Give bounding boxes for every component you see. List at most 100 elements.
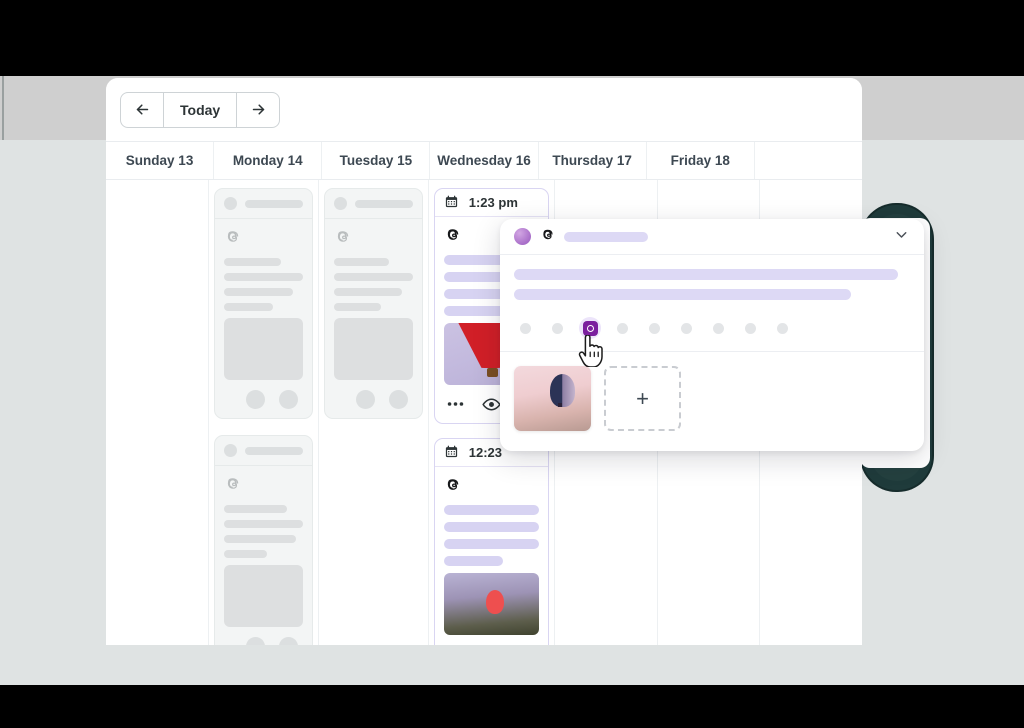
card-actions [215,627,312,645]
toolbar-icon-7[interactable] [713,322,724,334]
skeleton-line [223,550,268,558]
calendar-day-headers: Sunday 13 Monday 14 Tuesday 15 Wednesday… [106,142,862,180]
toolbar-icon-4[interactable] [617,322,628,334]
day-header-tuesday[interactable]: Tuesday 15 [322,142,431,179]
top-letterbox-band [0,0,1024,76]
hot-air-balloon-image [550,373,576,407]
bottom-letterbox-band [0,685,1024,728]
card-body [215,466,312,627]
preview-icon[interactable] [482,397,501,412]
card-body [435,467,548,635]
action-placeholder-icon[interactable] [245,389,265,409]
skeleton-media [223,318,303,380]
day-column-tuesday[interactable] [319,180,429,645]
today-button[interactable]: Today [164,91,237,128]
screenshot-stage: Today Sunday 13 Monday 14 Tuesday 15 Wed… [0,0,1024,728]
scheduled-post-card[interactable]: 12:23 [433,438,549,645]
avatar [223,444,237,457]
card-header [324,189,422,219]
skeleton-line [333,303,382,311]
chevron-down-icon[interactable] [893,226,910,248]
skeleton-line [333,288,402,296]
day-header-sunday[interactable]: Sunday 13 [106,142,215,179]
add-media-button[interactable]: + [604,366,681,431]
day-column-monday[interactable] [209,180,319,645]
toolbar-icon-2[interactable] [552,322,563,334]
skeleton-media [223,565,303,627]
placeholder-post-card[interactable] [323,188,423,419]
skeleton-line [223,258,281,266]
calendar-toolbar: Today [106,78,862,142]
camera-glyph [582,320,598,336]
skeleton-line [443,505,539,515]
composer-text-skeleton [514,269,899,280]
threads-icon [540,227,555,247]
placeholder-post-card[interactable] [213,188,313,419]
avatar [223,197,237,210]
skeleton-line [223,535,297,543]
skeleton-line [333,258,390,266]
scheduled-time: 1:23 pm [468,195,518,210]
post-composer-popup[interactable]: + [500,219,924,451]
toolbar-icon-1[interactable] [520,322,531,334]
skeleton-line [223,288,294,296]
scheduled-time: 12:23 [468,445,502,460]
action-placeholder-icon[interactable] [388,389,408,409]
camera-icon[interactable] [579,317,601,339]
avatar [333,197,347,210]
card-body [215,219,312,380]
action-placeholder-icon[interactable] [278,636,298,645]
skeleton-line [223,520,303,528]
backdrop-edge-line [2,76,4,140]
media-thumbnail[interactable] [514,366,591,431]
threads-icon [224,228,303,250]
calendar-icon [444,194,459,212]
post-media-thumbnail[interactable] [443,573,539,635]
skeleton-line [223,273,303,281]
skeleton-line [443,539,539,549]
account-name-skeleton [564,231,648,242]
skeleton-title [354,199,413,208]
threads-icon [224,475,303,497]
composer-body[interactable] [500,255,924,300]
day-header-thursday[interactable]: Thursday 17 [539,142,647,179]
previous-week-button[interactable] [120,91,164,128]
user-avatar[interactable] [514,228,531,245]
day-header-wednesday[interactable]: Wednesday 16 [430,142,539,179]
day-header-saturday[interactable] [755,142,862,179]
skeleton-media [333,318,413,380]
card-actions [325,380,422,418]
skeleton-line [223,303,273,311]
composer-toolbar [500,309,924,351]
threads-icon [334,228,413,250]
card-body [325,219,422,380]
today-label: Today [180,101,221,118]
card-header [214,189,312,219]
card-actions [435,635,548,645]
toolbar-icon-5[interactable] [649,322,660,334]
placeholder-post-card[interactable] [213,435,313,645]
skeleton-title [244,199,303,208]
toolbar-icon-6[interactable] [681,322,692,334]
calendar-icon [444,444,459,462]
more-icon[interactable] [447,401,464,407]
balloon-basket [557,403,562,408]
balloon-basket [486,367,498,377]
composer-media-row: + [500,352,924,431]
action-placeholder-icon[interactable] [245,636,265,645]
next-week-button[interactable] [236,91,281,128]
day-column-sunday[interactable] [106,180,209,645]
threads-icon [444,476,539,498]
action-placeholder-icon[interactable] [278,389,298,409]
skeleton-line [443,522,539,532]
skeleton-line [223,505,287,513]
day-header-monday[interactable]: Monday 14 [214,142,323,179]
calendar-nav-group: Today [120,91,281,128]
skeleton-title [244,446,303,455]
card-header: 1:23 pm [434,189,548,217]
day-header-friday[interactable]: Friday 18 [647,142,755,179]
toolbar-icon-9[interactable] [777,322,788,334]
action-placeholder-icon[interactable] [355,389,375,409]
balloon-envelope [485,590,504,615]
toolbar-icon-8[interactable] [745,322,756,334]
